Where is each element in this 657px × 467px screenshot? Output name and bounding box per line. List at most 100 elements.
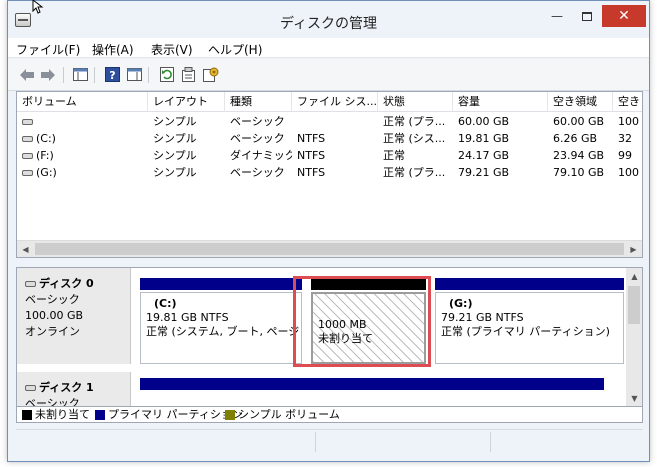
disk-1-type: ベーシック (25, 397, 80, 407)
free-percent-cell: 32 (618, 132, 632, 145)
partition-c[interactable]: (C:) 19.81 GB NTFS 正常 (システム, ブート, ページ フ (140, 292, 302, 364)
type-cell: ダイナミック (230, 149, 292, 162)
filesystem-cell: NTFS (297, 149, 326, 162)
disk-0-info[interactable]: ディスク 0 ベーシック 100.00 GB オンライン (17, 268, 131, 364)
legend-unallocated-label: 未割り当て (35, 408, 90, 421)
partition-c-name: (C:) (154, 297, 177, 310)
horizontal-scroll-thumb[interactable] (35, 243, 624, 255)
column-header-free-percent[interactable]: 空き (613, 92, 642, 112)
partition-c-bar (140, 278, 302, 290)
volume-icon (22, 119, 33, 125)
column-header-status[interactable]: 状態 (378, 92, 453, 112)
layout-cell: シンプル (153, 166, 197, 179)
capacity-cell: 60.00 GB (458, 115, 510, 128)
column-header-free-space[interactable]: 空き領域 (548, 92, 613, 112)
status-bar-section (316, 432, 491, 452)
back-arrow-icon[interactable] (18, 66, 35, 83)
volume-list: ボリューム レイアウト 種類 ファイル シス... 状態 容量 空き領域 空き … (16, 91, 643, 258)
scroll-right-icon[interactable]: ▶ (625, 241, 642, 257)
capacity-cell: 19.81 GB (458, 132, 510, 145)
menu-file[interactable]: ファイル(F) (16, 41, 80, 58)
free-space-cell: 79.10 GB (553, 166, 605, 179)
volume-icon (22, 136, 33, 142)
minimize-button[interactable]: — (542, 5, 572, 27)
volume-row[interactable]: (F:) シンプル ダイナミック NTFS 正常 24.17 GB 23.94 … (17, 147, 642, 164)
partition-g[interactable]: (G:) 79.21 GB NTFS 正常 (プライマリ パーティション) (435, 292, 624, 364)
free-percent-cell: 100 (618, 166, 639, 179)
toolbar-separator (94, 67, 95, 83)
partition-c-size: 19.81 GB NTFS (146, 311, 229, 324)
legend-primary-label: プライマリ パーティション (108, 408, 243, 421)
disk-1-info[interactable]: ディスク 1 ベーシック (17, 372, 131, 407)
status-cell: 正常 (383, 149, 405, 162)
capacity-cell: 24.17 GB (458, 149, 510, 162)
disk-0-type: ベーシック (25, 293, 80, 306)
refresh-icon[interactable] (158, 66, 175, 83)
menu-action[interactable]: 操作(A) (92, 41, 134, 58)
scroll-up-icon[interactable]: ▲ (626, 268, 642, 285)
horizontal-scrollbar[interactable]: ◀ ▶ (17, 240, 642, 257)
toolbar-separator (63, 67, 64, 83)
volume-cell: (G:) (17, 164, 148, 181)
toolbar-separator (148, 67, 149, 83)
svg-text:?: ? (109, 69, 115, 82)
status-cell: 正常 (シス... (383, 132, 446, 145)
type-cell: ベーシック (230, 166, 285, 179)
disk-1-partition-bar (140, 378, 604, 390)
free-space-cell: 60.00 GB (553, 115, 605, 128)
filesystem-cell (292, 113, 378, 130)
vertical-scrollbar[interactable]: ▲ ▼ (626, 268, 642, 406)
mouse-cursor-icon (32, 0, 44, 14)
menu-help[interactable]: ヘルプ(H) (208, 41, 262, 58)
disk-icon (25, 281, 36, 287)
volume-icon (22, 170, 33, 176)
settings-icon[interactable] (202, 66, 219, 83)
volume-row[interactable]: シンプル ベーシック 正常 (プラ... 60.00 GB 60.00 GB 1… (17, 113, 642, 130)
column-header-layout[interactable]: レイアウト (148, 92, 225, 112)
legend-simple-label: シンプル ボリューム (238, 408, 340, 421)
column-header-type[interactable]: 種類 (225, 92, 292, 112)
volume-cell (17, 113, 148, 130)
volume-cell: (F:) (17, 147, 148, 164)
disk-1-name: ディスク 1 (39, 381, 94, 394)
disk-0-state: オンライン (25, 325, 80, 338)
column-header-capacity[interactable]: 容量 (453, 92, 548, 112)
title-bar[interactable]: ディスクの管理 — ✕ (8, 1, 649, 38)
partition-c-status: 正常 (システム, ブート, ページ フ (146, 325, 302, 338)
column-header-filesystem[interactable]: ファイル シス... (292, 92, 378, 112)
legend-primary-swatch (95, 410, 105, 420)
disk-0-name: ディスク 0 (39, 277, 94, 290)
free-space-cell: 6.26 GB (553, 132, 598, 145)
close-button[interactable]: ✕ (602, 5, 646, 27)
status-cell: 正常 (プラ... (383, 115, 446, 128)
column-header-volume[interactable]: ボリューム (17, 92, 148, 112)
layout-cell: シンプル (153, 115, 197, 128)
vertical-scroll-thumb[interactable] (628, 286, 640, 324)
disk-management-window: ディスクの管理 — ✕ ファイル(F) 操作(A) 表示(V) ヘルプ(H) ? (7, 0, 650, 462)
forward-arrow-icon[interactable] (39, 66, 56, 83)
scroll-left-icon[interactable]: ◀ (17, 241, 34, 257)
unallocated-highlight-frame (293, 276, 431, 367)
volume-row[interactable]: (G:) シンプル ベーシック NTFS 正常 (プラ... 79.21 GB … (17, 164, 642, 181)
properties-icon[interactable] (180, 66, 197, 83)
menu-view[interactable]: 表示(V) (151, 41, 193, 58)
type-cell: ベーシック (230, 115, 285, 128)
toolbar: ? (8, 59, 649, 91)
filesystem-cell: NTFS (297, 132, 326, 145)
maximize-button[interactable] (572, 5, 602, 27)
layout-cell: シンプル (153, 132, 197, 145)
partition-g-size: 79.21 GB NTFS (441, 311, 524, 324)
scroll-down-icon[interactable]: ▼ (626, 390, 642, 406)
type-cell: ベーシック (230, 132, 285, 145)
disk-0-size: 100.00 GB (25, 309, 84, 322)
free-percent-cell: 100 (618, 115, 639, 128)
help-icon[interactable]: ? (104, 66, 121, 83)
volume-icon (22, 153, 33, 159)
disk-icon (25, 385, 36, 391)
action-pane-icon[interactable] (126, 66, 143, 83)
console-tree-icon[interactable] (72, 66, 89, 83)
legend: 未割り当て プライマリ パーティション シンプル ボリューム (16, 407, 643, 423)
volume-row[interactable]: (C:) シンプル ベーシック NTFS 正常 (シス... 19.81 GB … (17, 130, 642, 147)
partition-g-status: 正常 (プライマリ パーティション) (441, 325, 610, 338)
free-percent-cell: 99 (618, 149, 632, 162)
